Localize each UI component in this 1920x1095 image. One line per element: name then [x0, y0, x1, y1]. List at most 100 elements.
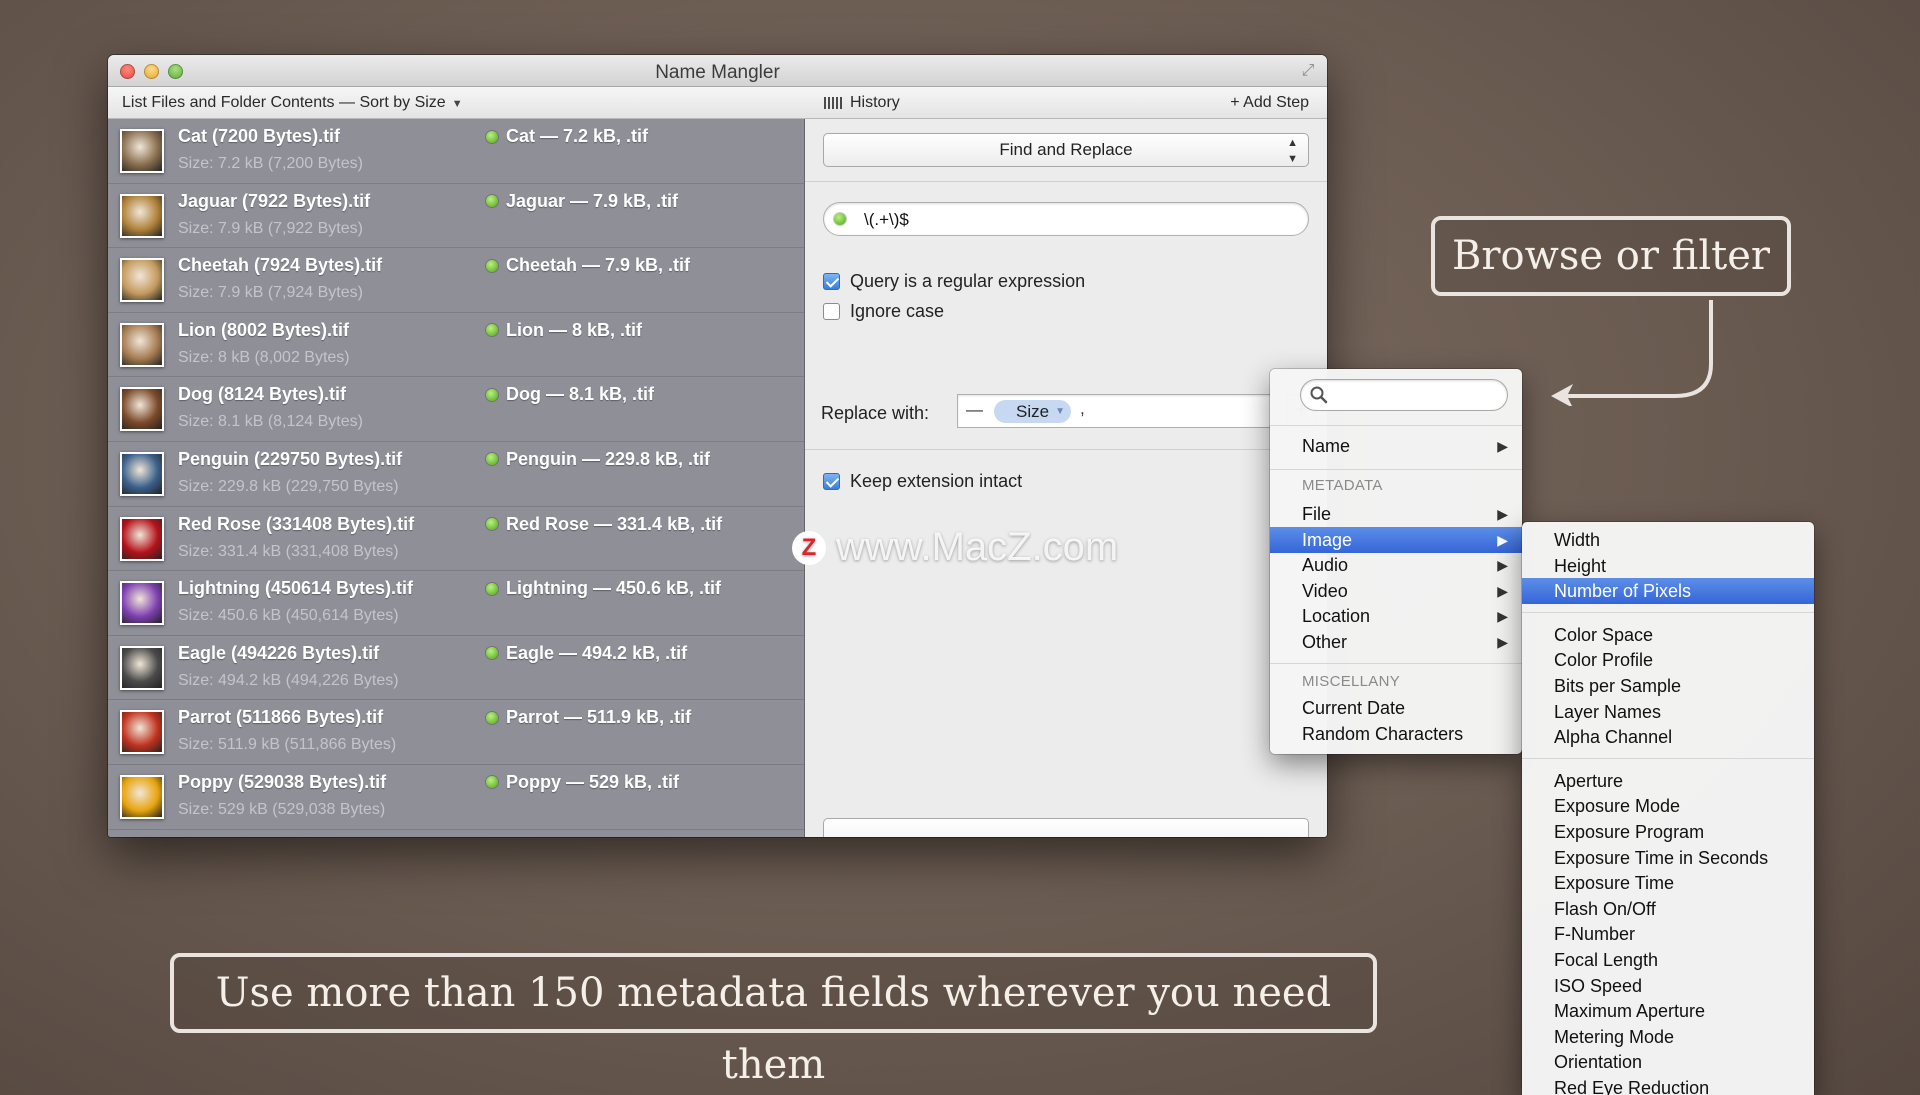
menu-item-location[interactable]: Location ▶	[1270, 603, 1522, 629]
status-ok-icon	[486, 711, 498, 724]
submenu-item-alpha-channel[interactable]: Alpha Channel	[1522, 724, 1814, 750]
submenu-item-bits-per-sample[interactable]: Bits per Sample	[1522, 673, 1814, 699]
ignore-case-checkbox[interactable]	[823, 303, 840, 320]
file-size: Size: 7.9 kB (7,922 Bytes)	[178, 219, 363, 237]
submenu-item-iso-speed[interactable]: ISO Speed	[1522, 973, 1814, 999]
menu-item-label: Exposure Time	[1554, 873, 1675, 894]
file-size: Size: 494.2 kB (494,226 Bytes)	[178, 671, 399, 689]
step-panel: Find and Replace ▲ ▼ \(.+\)$ Query is a r…	[805, 119, 1327, 837]
menu-item-label: Width	[1554, 530, 1601, 550]
history-label: History	[850, 94, 900, 111]
file-thumbnail	[120, 516, 164, 561]
rename-button[interactable]: Rename 26 Files	[823, 818, 1309, 837]
preview-name-text: Lightning — 450.6 kB, .tif	[506, 578, 722, 599]
submenu-item-focal-length[interactable]: Focal Length	[1522, 947, 1814, 973]
list-mode-menu[interactable]: List Files and Folder Contents — Sort by…	[122, 94, 463, 112]
regex-checkbox-row[interactable]: Query is a regular expression	[823, 271, 1085, 292]
fullscreen-icon[interactable]: ⤢	[1299, 62, 1317, 80]
file-name: Jaguar (7922 Bytes).tif	[178, 190, 371, 211]
file-row[interactable]: Eagle (494226 Bytes).tif Size: 494.2 kB (…	[108, 636, 804, 701]
file-list[interactable]: Cat (7200 Bytes).tif Size: 7.2 kB (7,200 …	[108, 119, 805, 837]
submenu-item-orientation[interactable]: Orientation	[1522, 1049, 1814, 1075]
menu-item-video[interactable]: Video ▶	[1270, 578, 1522, 604]
replace-field[interactable]: — Size ▼ ,	[957, 394, 1287, 428]
status-ok-icon	[486, 582, 498, 595]
submenu-item-exposure-time[interactable]: Exposure Time	[1522, 870, 1814, 896]
ignore-case-row[interactable]: Ignore case	[823, 301, 944, 322]
file-row[interactable]: Dog (8124 Bytes).tif Size: 8.1 kB (8,124 …	[108, 377, 804, 442]
menu-item-other[interactable]: Other ▶	[1270, 629, 1522, 655]
preview-name-text: Parrot — 511.9 kB, .tif	[506, 707, 692, 728]
regex-checkbox[interactable]	[823, 273, 840, 290]
submenu-item-aperture[interactable]: Aperture	[1522, 768, 1814, 794]
add-step-button[interactable]: + Add Step	[1230, 94, 1309, 112]
history-button[interactable]: History	[824, 94, 900, 112]
file-size: Size: 331.4 kB (331,408 Bytes)	[178, 542, 399, 560]
menu-item-file[interactable]: File ▶	[1270, 501, 1522, 527]
action-popup[interactable]: Find and Replace ▲ ▼	[823, 133, 1309, 167]
menu-item-image[interactable]: Image ▶	[1270, 526, 1522, 553]
menu-item-label: Number of Pixels	[1554, 581, 1692, 602]
app-window: Name Mangler ⤢ List Files and Folder Con…	[108, 55, 1327, 837]
submenu-item-red-eye-reduction[interactable]: Red Eye Reduction	[1522, 1075, 1814, 1095]
menu-item-label: Exposure Program	[1554, 822, 1705, 842]
menu-item-label: Maximum Aperture	[1554, 1001, 1706, 1022]
menu-item-label: Current Date	[1302, 698, 1406, 718]
menu-item-name[interactable]: Name ▶	[1270, 433, 1522, 459]
menu-item-audio[interactable]: Audio ▶	[1270, 552, 1522, 578]
menu-divider	[1270, 469, 1522, 470]
caption-banner: Use more than 150 metadata fields wherev…	[170, 953, 1377, 1088]
menu-item-random-characters[interactable]: Random Characters	[1270, 721, 1522, 747]
menu-divider	[1522, 611, 1814, 613]
callout-arrow-icon	[1551, 300, 1713, 406]
submenu-item-exposure-time-in-seconds[interactable]: Exposure Time in Seconds	[1522, 845, 1814, 871]
replace-label: Replace with:	[821, 403, 930, 423]
menu-item-label: Other	[1302, 632, 1348, 652]
file-row[interactable]: Lightning (450614 Bytes).tif Size: 450.6 …	[108, 571, 804, 636]
menu-item-label: Bits per Sample	[1554, 676, 1682, 696]
query-field[interactable]: \(.+\)$	[823, 202, 1309, 236]
menu-item-label: Red Eye Reduction	[1554, 1078, 1710, 1095]
file-size: Size: 529 kB (529,038 Bytes)	[178, 800, 386, 818]
file-row[interactable]: Cheetah (7924 Bytes).tif Size: 7.9 kB (7,…	[108, 248, 804, 313]
search-icon	[1310, 386, 1328, 404]
menu-item-label: Random Characters	[1302, 723, 1464, 744]
size-token[interactable]: Size ▼	[994, 400, 1072, 423]
file-row[interactable]: Penguin (229750 Bytes).tif Size: 229.8 kB…	[108, 442, 804, 507]
keep-extension-checkbox[interactable]	[823, 473, 840, 490]
menu-item-label: Name	[1302, 436, 1351, 456]
file-row[interactable]: Poppy (529038 Bytes).tif Size: 529 kB (52…	[108, 765, 804, 830]
submenu-item-number-of-pixels[interactable]: Number of Pixels	[1522, 578, 1814, 605]
submenu-item-exposure-program[interactable]: Exposure Program	[1522, 819, 1814, 845]
file-row[interactable]: Jaguar (7922 Bytes).tif Size: 7.9 kB (7,9…	[108, 184, 804, 249]
menu-search-input[interactable]	[1300, 379, 1508, 411]
submenu-item-color-space[interactable]: Color Space	[1522, 622, 1814, 648]
menu-item-label: Height	[1554, 555, 1607, 576]
submenu-item-layer-names[interactable]: Layer Names	[1522, 699, 1814, 725]
status-ok-icon	[486, 388, 498, 401]
file-name: Lightning (450614 Bytes).tif	[178, 578, 414, 599]
submenu-item-exposure-mode[interactable]: Exposure Mode	[1522, 793, 1814, 819]
submenu-item-maximum-aperture[interactable]: Maximum Aperture	[1522, 998, 1814, 1024]
submenu-item-height[interactable]: Height	[1522, 553, 1814, 579]
submenu-item-f-number[interactable]: F-Number	[1522, 921, 1814, 947]
file-row[interactable]: Parrot (511866 Bytes).tif Size: 511.9 kB …	[108, 700, 804, 765]
submenu-item-metering-mode[interactable]: Metering Mode	[1522, 1024, 1814, 1050]
preview-name: Red Rose — 331.4 kB, .tif	[486, 514, 722, 535]
title-bar[interactable]: Name Mangler ⤢	[108, 55, 1327, 87]
keep-extension-row[interactable]: Keep extension intact	[823, 471, 1022, 492]
menu-divider	[1270, 663, 1522, 664]
file-row[interactable]: Red Rose (331408 Bytes).tif Size: 331.4 k…	[108, 507, 804, 572]
menu-divider	[1270, 425, 1522, 426]
submenu-item-flash-on-off[interactable]: Flash On/Off	[1522, 896, 1814, 922]
file-size: Size: 7.9 kB (7,924 Bytes)	[178, 284, 363, 302]
watermark: Z www.MacZ.com	[792, 525, 1118, 570]
submenu-item-width[interactable]: Width	[1522, 527, 1814, 553]
menu-item-current-date[interactable]: Current Date	[1270, 695, 1522, 721]
menu-item-label: Layer Names	[1554, 701, 1662, 722]
file-size: Size: 7.2 kB (7,200 Bytes)	[178, 155, 363, 172]
file-row[interactable]: Cat (7200 Bytes).tif Size: 7.2 kB (7,200 …	[108, 119, 804, 184]
file-row[interactable]: Lion (8002 Bytes).tif Size: 8 kB (8,002 B…	[108, 313, 804, 378]
valid-indicator-icon	[834, 213, 846, 225]
submenu-item-color-profile[interactable]: Color Profile	[1522, 647, 1814, 673]
